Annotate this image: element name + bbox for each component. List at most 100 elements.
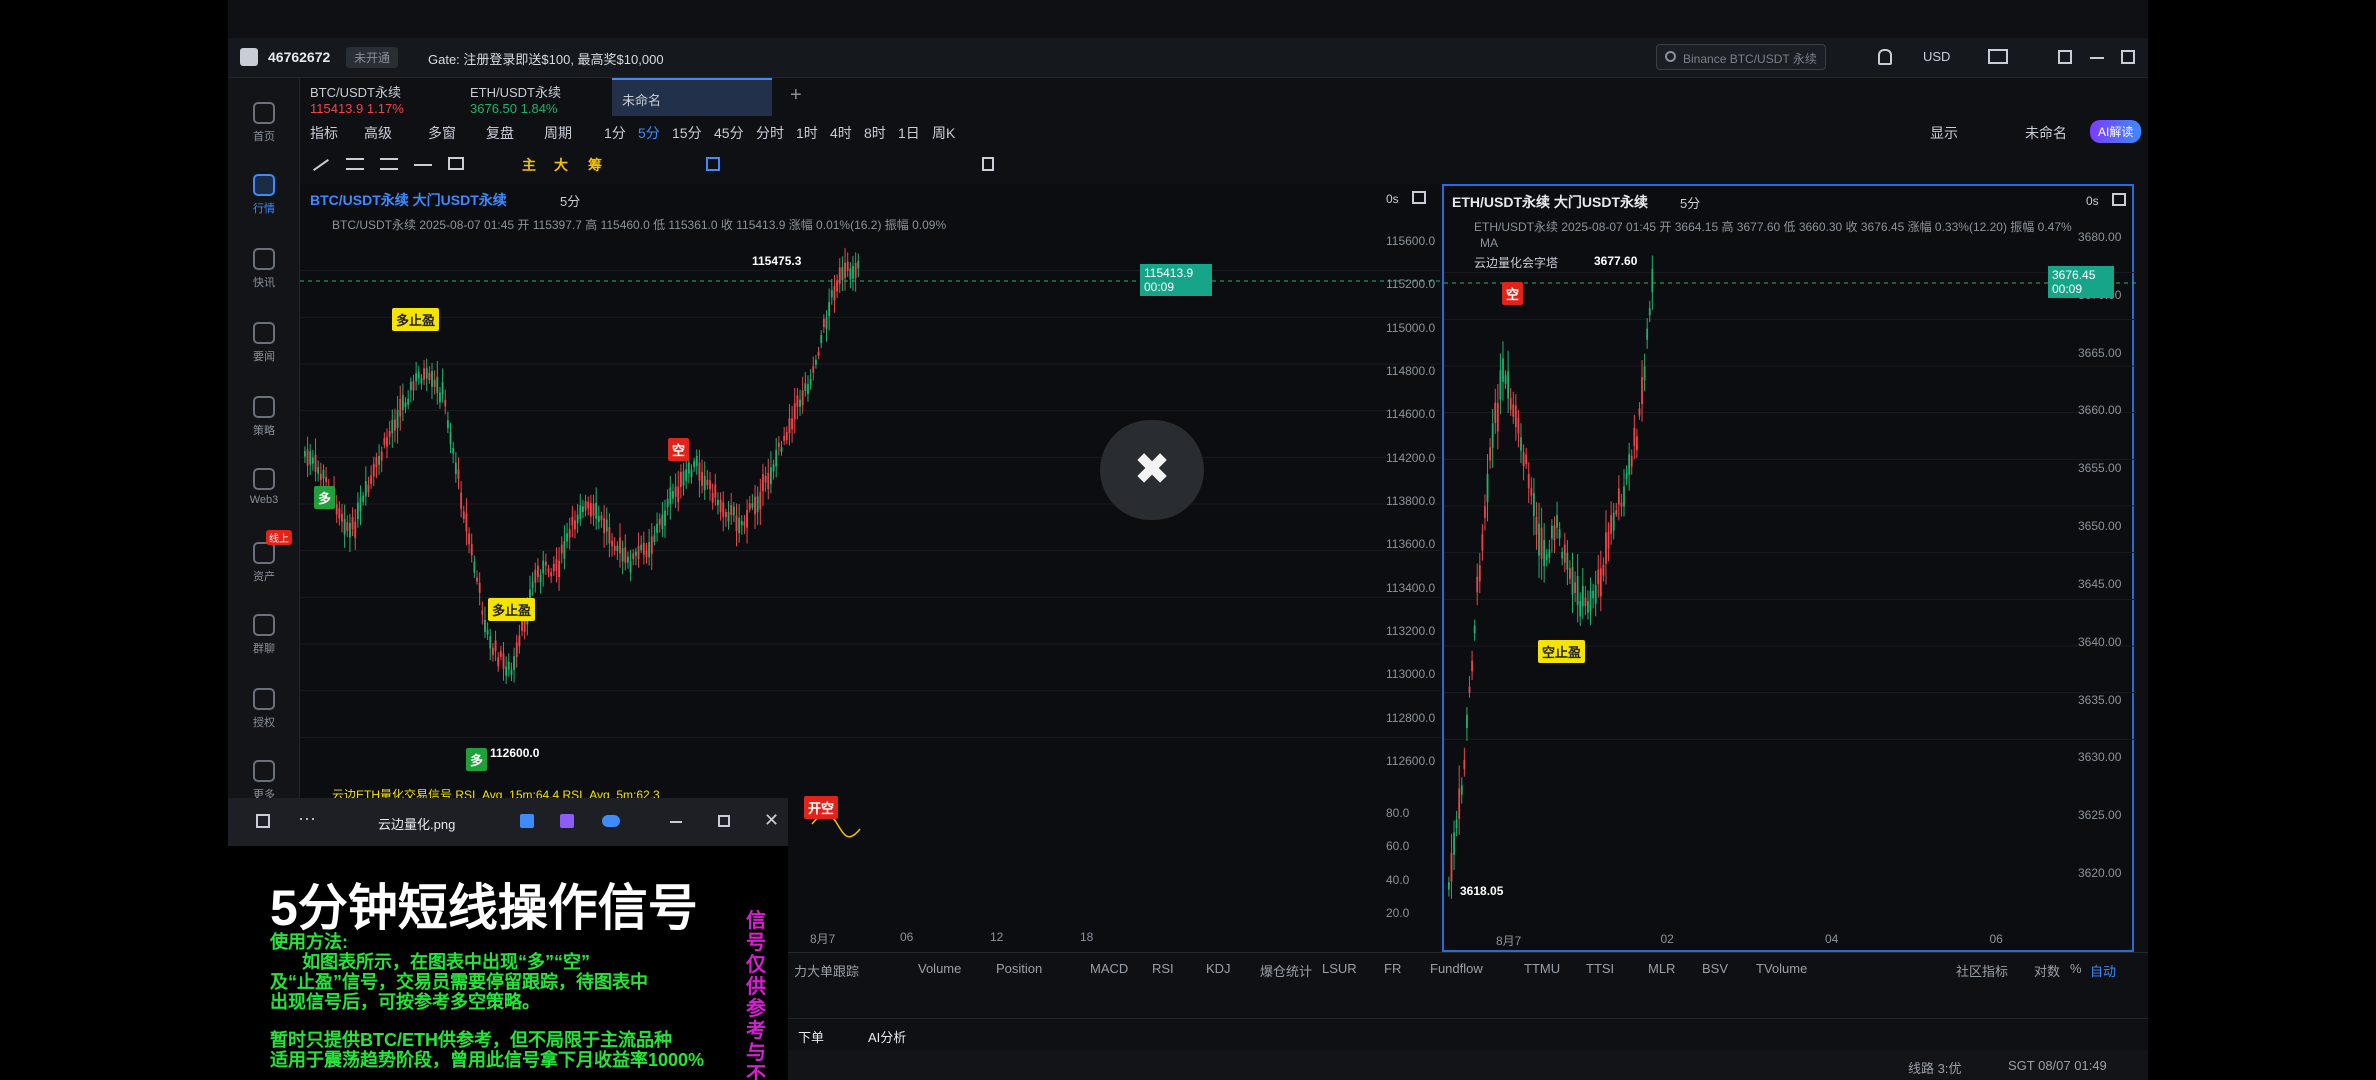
main-tool[interactable]: 主 [522,155,536,175]
interval-1d[interactable]: 1日 [898,123,920,143]
bell-icon[interactable] [1878,49,1892,65]
candle [820,335,823,344]
sidebar-item-market[interactable]: 行情 [228,174,300,216]
big-tool[interactable]: 大 [554,155,568,175]
notice-text[interactable]: Gate: 注册登录即送$100, 最高奖$10,000 [428,49,664,68]
hlines-tool-icon[interactable] [346,158,364,170]
sidebar-item-assets[interactable]: 线上 资产 [228,530,300,584]
sidebar-item-home[interactable]: 首页 [228,102,300,144]
candle [801,390,804,406]
candle [804,383,807,392]
sidebar-item-flash[interactable]: 快讯 [228,248,300,290]
advanced-button[interactable]: 高级 [364,123,392,143]
rect-tool-icon[interactable] [448,157,464,170]
indicator-button[interactable]: 指标 [310,123,338,143]
expand-icon[interactable] [2112,193,2126,206]
account-badge[interactable]: 未开通 [346,47,399,68]
indicator-tab[interactable]: Fundflow [1430,961,1483,976]
indicator-tab[interactable]: MACD [1090,961,1128,976]
sidebar-item-strategy[interactable]: 策略 [228,396,300,438]
indicator-tab[interactable]: TTMU [1524,961,1560,976]
big-order-tracking[interactable]: 力大单跟踪 [794,961,859,980]
indicator-tab[interactable]: FR [1384,961,1401,976]
close-icon[interactable]: ✕ [764,810,779,831]
indicator-tab[interactable]: MLR [1648,961,1675,976]
search-input[interactable]: Binance BTC/USDT 永续 [1683,50,1817,67]
expand-icon[interactable] [1412,191,1426,204]
screen-share-close-button[interactable]: ✖ [1100,420,1204,520]
sidebar-item-chat[interactable]: 群聊 [228,614,300,656]
line-status[interactable]: 线路 3:优 [1908,1058,1961,1077]
interval-45m[interactable]: 45分 [714,123,744,143]
log-toggle[interactable]: 对数 [2034,961,2060,980]
popout-icon[interactable] [2058,50,2072,64]
interval-4h[interactable]: 4时 [830,123,852,143]
indicator-tab[interactable]: BSV [1702,961,1728,976]
hline-tool-icon[interactable] [414,164,432,166]
cloud-icon[interactable] [602,815,620,827]
indicator-tab[interactable]: Volume [918,961,961,976]
line-tool-icon[interactable] [313,159,329,171]
share-icon[interactable] [256,814,270,828]
interval-1m[interactable]: 1分 [604,123,626,143]
interval-timeshare[interactable]: 分时 [756,123,784,143]
candle [446,420,449,429]
interval-8h[interactable]: 8时 [864,123,886,143]
display-button[interactable]: 显示 [1930,123,1958,143]
more-icon[interactable]: ··· [298,808,316,829]
mail-icon[interactable] [1988,49,2008,64]
btc-chart-title[interactable]: BTC/USDT永续 大门USDT永续 [310,190,507,210]
indicator-tab[interactable]: TTSI [1586,961,1614,976]
trash-icon[interactable] [982,157,994,171]
user-avatar-icon[interactable] [240,48,258,66]
sidebar-item-auth[interactable]: 授权 [228,688,300,730]
search-box[interactable]: Binance BTC/USDT 永续 [1656,44,1826,70]
percent-toggle[interactable]: % [2070,961,2082,976]
tab-btc[interactable]: BTC/USDT永续 115413.9 1.17% [300,78,450,116]
btc-interval[interactable]: 5分 [560,191,580,210]
multiwindow-button[interactable]: 多窗 [428,123,456,143]
period-select[interactable]: 周期 [544,123,572,143]
list-tool-icon[interactable] [380,158,398,170]
magnet-icon[interactable] [706,157,720,171]
indicator-tab[interactable]: TVolume [1756,961,1807,976]
candle [1481,534,1484,551]
maximize-icon[interactable] [718,815,730,827]
order-tab[interactable]: 下单 [798,1027,824,1046]
user-id[interactable]: 46762672 [268,49,330,65]
add-tab-icon[interactable]: + [790,84,802,107]
community-indicators[interactable]: 社区指标 [1956,961,2008,980]
sidebar-item-headlines[interactable]: 要闻 [228,322,300,364]
restore-icon[interactable] [2121,50,2135,64]
indicator-tab[interactable]: KDJ [1206,961,1231,976]
layout-name[interactable]: 未命名 [2025,123,2067,143]
auto-toggle[interactable]: 自动 [2090,961,2116,980]
minimize-icon[interactable] [2090,57,2104,59]
app-icon[interactable] [560,814,574,828]
sidebar-item-web3[interactable]: Web3 [228,468,300,506]
candle [817,351,820,356]
interval-1h[interactable]: 1时 [796,123,818,143]
chip-tool[interactable]: 筹 [588,155,602,175]
ai-button[interactable]: AI解读 [2090,120,2142,143]
sidebar-item-more[interactable]: 更多 [228,760,300,802]
indicator-tab[interactable]: RSI [1152,961,1174,976]
minimize-icon[interactable] [670,821,682,823]
eth-chart-panel[interactable]: ETH/USDT永续 大门USDT永续 5分 0s ETH/USDT永续 202… [1442,184,2136,952]
tab-eth[interactable]: ETH/USDT永续 3676.50 1.84% [460,78,610,116]
indicator-tab[interactable]: Position [996,961,1042,976]
replay-button[interactable]: 复盘 [486,123,514,143]
edit-icon[interactable] [520,814,534,828]
btc-price-value: 115413.9 [1144,266,1194,280]
currency-select[interactable]: USD [1923,49,1950,64]
eth-chart-title[interactable]: ETH/USDT永续 大门USDT永续 [1452,192,1648,212]
indicator-tab[interactable]: LSUR [1322,961,1357,976]
ai-analysis-tab[interactable]: AI分析 [868,1027,906,1046]
eth-interval[interactable]: 5分 [1680,193,1700,212]
candle [775,449,778,467]
indicator-tab[interactable]: 爆仓统计 [1260,961,1312,980]
tab-unnamed[interactable]: 未命名 [612,78,772,116]
interval-week[interactable]: 周K [932,123,955,143]
interval-15m[interactable]: 15分 [672,123,702,143]
interval-5m[interactable]: 5分 [638,123,660,143]
